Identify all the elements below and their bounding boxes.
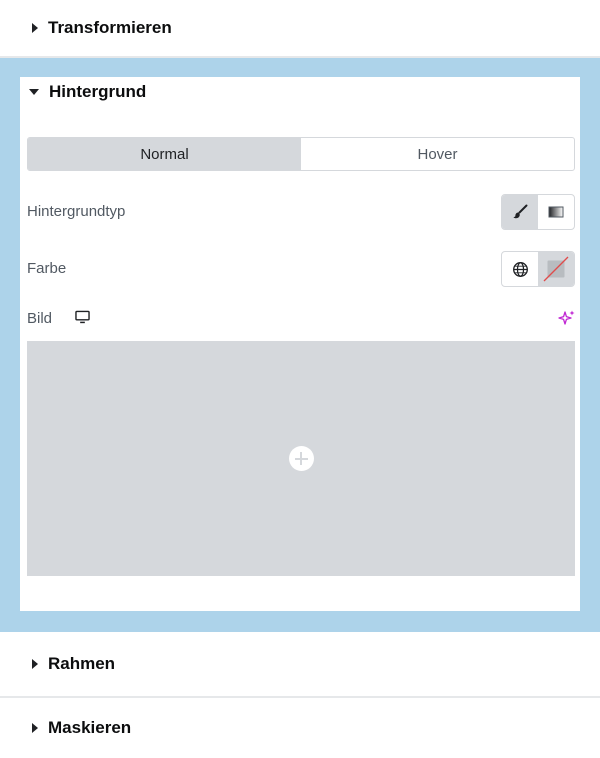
add-circle-icon — [288, 446, 314, 471]
ai-sparkle-icon[interactable] — [558, 309, 576, 327]
brush-icon — [513, 204, 528, 219]
global-colors-button[interactable] — [502, 252, 538, 286]
section-title: Hintergrund — [49, 82, 147, 101]
color-picker-swatch[interactable] — [538, 252, 574, 286]
caret-right-icon — [32, 23, 38, 33]
desktop-icon[interactable] — [75, 310, 90, 324]
color-control — [501, 251, 575, 287]
section-hintergrund-header[interactable]: Hintergrund — [20, 77, 146, 107]
image-upload-area[interactable] — [27, 341, 575, 576]
globe-icon — [512, 261, 528, 277]
image-label: Bild — [27, 310, 53, 327]
section-title: Rahmen — [48, 654, 116, 673]
caret-down-icon — [29, 89, 39, 95]
section-rahmen[interactable]: Rahmen — [0, 632, 600, 696]
caret-right-icon — [32, 723, 38, 733]
section-title: Transformieren — [48, 18, 172, 37]
section-transformieren[interactable]: Transformieren — [0, 0, 600, 56]
background-panel: Hintergrund Normal Hover Hintergrundtyp … — [20, 77, 580, 611]
background-type-label: Hintergrundtyp — [27, 203, 126, 220]
section-maskieren[interactable]: Maskieren — [0, 698, 600, 758]
no-color-icon — [543, 256, 569, 282]
state-tabs: Normal Hover — [27, 137, 575, 171]
tab-normal[interactable]: Normal — [28, 138, 301, 170]
gradient-background-button[interactable] — [538, 195, 574, 229]
caret-right-icon — [32, 659, 38, 669]
section-title: Maskieren — [48, 718, 132, 737]
classic-background-button[interactable] — [502, 195, 538, 229]
gradient-icon — [548, 206, 564, 218]
tab-hover[interactable]: Hover — [301, 138, 574, 170]
background-type-choices — [501, 194, 575, 230]
color-label: Farbe — [27, 260, 67, 277]
